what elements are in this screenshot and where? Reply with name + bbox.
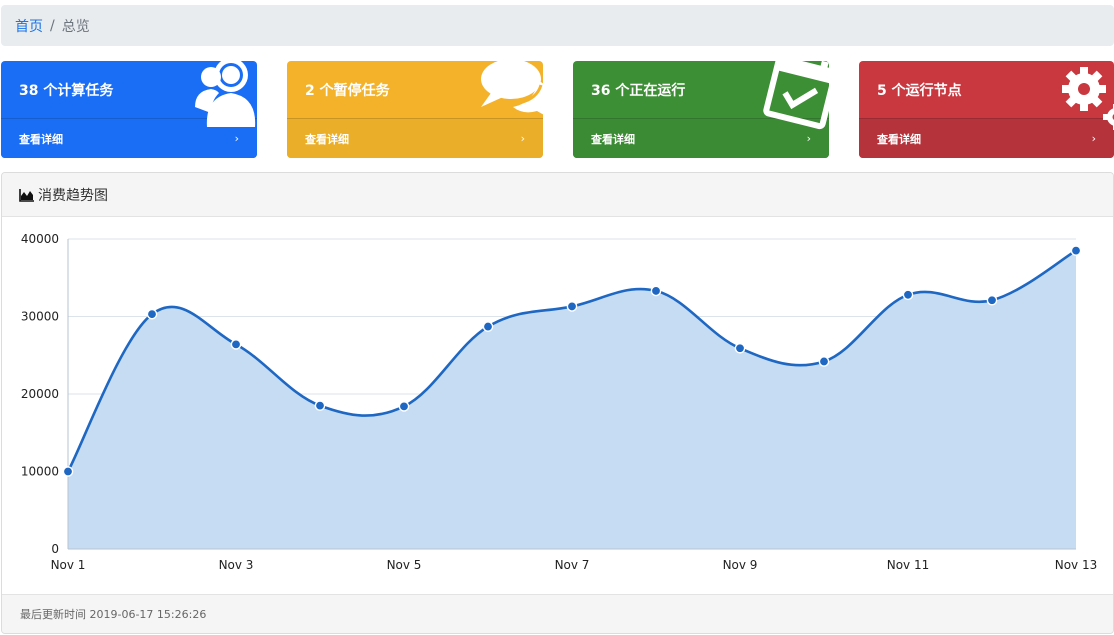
consumption-trend-panel: 消费趋势图 0 10000 20000 30000 40000 Nov 1 Nov 3 Nov… [1,172,1114,634]
y-tick-label: 10000 [21,465,59,479]
data-point [482,321,494,332]
area-fill [68,250,1076,549]
card-paused-tasks: 2 个暂停任务 查看详细 › [287,61,543,158]
users-icon [195,61,256,127]
comments-icon [481,61,543,115]
data-point [734,342,746,354]
data-point [1070,245,1082,256]
card-link-label: 查看详细 [591,132,635,146]
x-tick-label: Nov 9 [723,558,758,572]
y-tick-label: 30000 [21,310,59,324]
gears-icon [1062,67,1114,130]
card-link-label: 查看详细 [877,132,921,146]
breadcrumb-home-link[interactable]: 首页 [15,16,43,36]
data-point [398,401,410,412]
x-tick-label: Nov 1 [51,558,86,572]
data-point [314,400,326,411]
x-tick-label: Nov 5 [387,558,422,572]
breadcrumb-separator: / [50,17,55,34]
card-title: 38 个计算任务 [19,82,114,99]
card-link-label: 查看详细 [305,132,349,146]
x-tick-label: Nov 13 [1055,558,1098,572]
card-link-label: 查看详细 [19,132,63,146]
breadcrumb-current: 总览 [61,18,90,35]
card-running-nodes: 5 个运行节点 查看详细 › [859,61,1114,158]
y-tick-label: 40000 [21,232,59,246]
data-point [62,466,74,477]
card-title: 5 个运行节点 [877,82,962,99]
consumption-trend-chart: 0 10000 20000 30000 40000 Nov 1 Nov 3 Nov 5 Nov … [21,232,1098,572]
data-point [230,339,242,350]
x-tick-label: Nov 7 [555,558,590,572]
data-point [818,356,830,367]
calendar-check-icon [763,61,829,130]
card-title: 36 个正在运行 [591,82,686,99]
panel-footer: 最后更新时间 2019-06-17 15:26:26 [2,594,1113,633]
x-tick-label: Nov 3 [219,558,254,572]
data-point [986,294,998,306]
y-tick-label: 0 [51,542,59,556]
data-point [650,285,662,297]
data-point [146,308,158,320]
data-point [902,289,914,301]
card-title: 2 个暂停任务 [305,82,390,99]
breadcrumb: 首页 / 总览 [1,5,1114,46]
card-compute-tasks: 38 个计算任务 查看详细 › [1,61,257,158]
y-tick-label: 20000 [21,387,59,401]
last-updated-text: 最后更新时间 2019-06-17 15:26:26 [20,608,207,621]
x-tick-label: Nov 11 [887,558,930,572]
card-running-tasks: 36 个正在运行 查看详细 › [573,61,829,158]
data-point [566,301,578,312]
